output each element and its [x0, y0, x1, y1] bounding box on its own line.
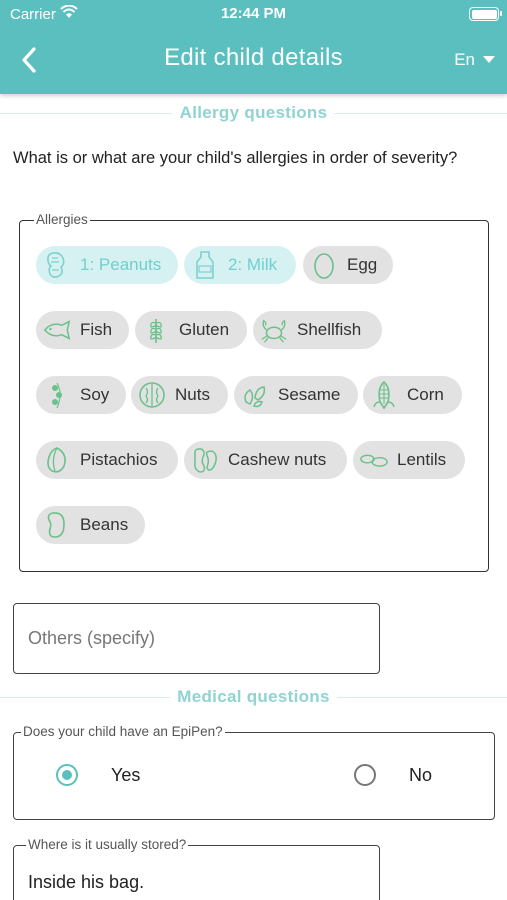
- allergies-legend: Allergies: [34, 212, 90, 227]
- soy-icon: [42, 380, 72, 410]
- language-selector[interactable]: En: [454, 50, 495, 70]
- chip-label: 1: Peanuts: [80, 255, 162, 274]
- egg-icon: [309, 250, 339, 280]
- others-input[interactable]: [28, 604, 365, 673]
- fish-icon: [42, 315, 72, 345]
- allergy-chip-gluten[interactable]: Gluten: [135, 311, 247, 349]
- chip-label: Nuts: [175, 385, 210, 404]
- walnut-icon: [137, 380, 167, 410]
- storage-input[interactable]: [28, 846, 365, 900]
- epipen-legend: Does your child have an EpiPen?: [21, 724, 225, 739]
- allergy-question: What is or what are your child's allergi…: [13, 149, 458, 167]
- allergy-chip-beans[interactable]: Beans: [36, 506, 145, 544]
- chip-label: Beans: [80, 515, 129, 534]
- allergy-chip-egg[interactable]: Egg: [303, 246, 393, 284]
- crab-icon: [259, 315, 289, 345]
- allergy-chip-shellfish[interactable]: Shellfish: [253, 311, 382, 349]
- medical-section-header: Medical questions: [0, 685, 507, 709]
- sesame-icon: [240, 380, 270, 410]
- allergy-chip-nuts[interactable]: Nuts: [131, 376, 228, 414]
- status-bar: Carrier 12:44 PM: [0, 0, 507, 28]
- status-time: 12:44 PM: [220, 5, 287, 22]
- chip-label: Lentils: [397, 450, 447, 469]
- epipen-yes-radio[interactable]: [56, 764, 78, 786]
- wheat-icon: [141, 315, 171, 345]
- allergy-chip-soy[interactable]: Soy: [36, 376, 126, 414]
- chip-label: Corn: [407, 385, 444, 404]
- chip-label: Shellfish: [297, 320, 362, 339]
- allergy-chip-lentils[interactable]: Lentils: [353, 441, 465, 479]
- caret-down-icon: [483, 56, 495, 63]
- chip-label: Gluten: [179, 320, 230, 339]
- page-title: Edit child details: [164, 44, 343, 71]
- allergy-chip-fish[interactable]: Fish: [36, 311, 129, 349]
- lentil-icon: [359, 445, 389, 475]
- chip-label: Egg: [347, 255, 378, 274]
- cashew-icon: [190, 445, 220, 475]
- allergy-section-header: Allergy questions: [0, 101, 507, 125]
- epipen-no-radio[interactable]: [354, 764, 376, 786]
- bean-icon: [42, 510, 72, 540]
- allergy-chip-sesame[interactable]: Sesame: [234, 376, 358, 414]
- allergy-chip-peanuts[interactable]: 1: Peanuts: [36, 246, 178, 284]
- language-label: En: [454, 50, 475, 69]
- chip-label: Cashew nuts: [228, 450, 327, 469]
- app-header: Carrier 12:44 PM Edit child details En: [0, 0, 507, 94]
- chip-label: Pistachios: [80, 450, 158, 469]
- epipen-yes-label[interactable]: Yes: [111, 765, 140, 786]
- allergy-chip-cashew-nuts[interactable]: Cashew nuts: [184, 441, 347, 479]
- chip-label: Fish: [80, 320, 113, 339]
- storage-legend: Where is it usually stored?: [26, 837, 189, 852]
- others-field[interactable]: [13, 603, 380, 674]
- medical-section-title: Medical questions: [177, 687, 330, 706]
- milk-bottle-icon: [190, 250, 220, 280]
- pistachio-icon: [42, 445, 72, 475]
- peanut-icon: [42, 250, 72, 280]
- allergy-section-title: Allergy questions: [179, 103, 328, 122]
- battery-icon: [469, 7, 502, 21]
- chip-label: Sesame: [278, 385, 341, 404]
- allergy-chip-milk[interactable]: 2: Milk: [184, 246, 296, 284]
- storage-field[interactable]: [13, 845, 380, 900]
- corn-icon: [369, 380, 399, 410]
- allergy-chip-corn[interactable]: Corn: [363, 376, 462, 414]
- chip-label: Soy: [80, 385, 110, 404]
- chip-label: 2: Milk: [228, 255, 278, 274]
- allergy-chip-pistachios[interactable]: Pistachios: [36, 441, 178, 479]
- epipen-no-label[interactable]: No: [409, 765, 432, 786]
